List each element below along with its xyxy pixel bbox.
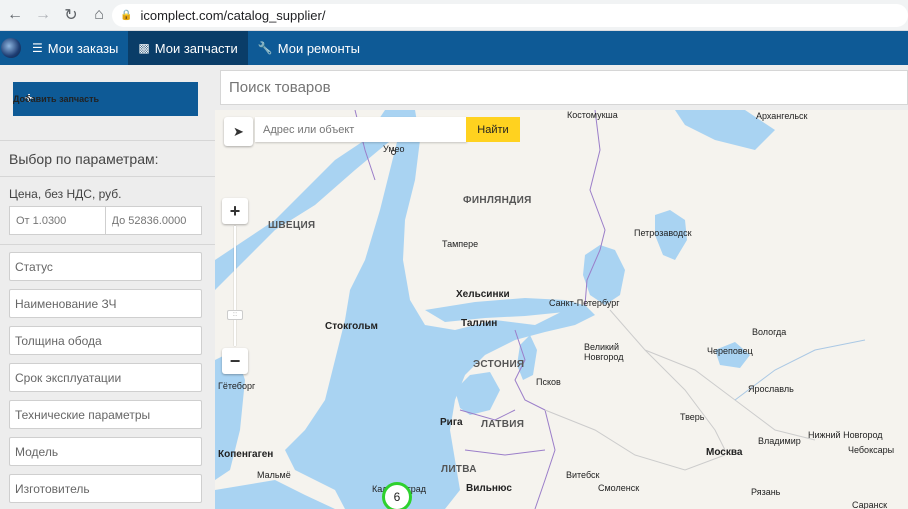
list-icon: ☰ <box>32 41 43 55</box>
map-label: Рига <box>440 417 463 428</box>
lock-icon: 🔒 <box>120 10 133 21</box>
map-label: Гётеборг <box>218 381 256 391</box>
back-icon[interactable]: ← <box>2 2 28 28</box>
filter-status[interactable]: Статус <box>9 252 202 281</box>
map-label: Стокгольм <box>325 321 378 332</box>
map-label: ФИНЛЯНДИЯ <box>463 195 532 206</box>
divider <box>0 244 215 245</box>
map-label: Череповец <box>707 346 753 356</box>
filter-model[interactable]: Модель <box>9 437 202 466</box>
filter-title: Выбор по параметрам: <box>9 151 159 167</box>
reload-icon[interactable]: ↻ <box>58 2 84 28</box>
price-label: Цена, без НДС, руб. <box>9 187 122 201</box>
map-label: Тверь <box>680 412 705 422</box>
app-navbar: ☰ Мои заказы ▩ Мои запчасти 🔧 Мои ремонт… <box>0 31 908 65</box>
price-range <box>9 206 202 235</box>
home-icon[interactable]: ⌂ <box>86 2 112 28</box>
map-label: Саранск <box>852 500 888 509</box>
map-label: Мальмё <box>257 470 291 480</box>
divider <box>0 140 215 141</box>
map-label: Москва <box>706 447 743 458</box>
search-bar <box>215 65 908 110</box>
logo[interactable] <box>0 31 22 65</box>
map-label: Владимир <box>758 436 801 446</box>
filter-part-name[interactable]: Наименование ЗЧ <box>9 289 202 318</box>
add-part-button[interactable]: + Добавить запчасть <box>13 82 198 116</box>
map-label: Псков <box>536 377 561 387</box>
nav-my-parts-label: Мои запчасти <box>154 40 238 56</box>
nav-my-repairs-label: Мои ремонты <box>277 40 360 56</box>
zoom-out-button[interactable]: − <box>222 348 248 374</box>
zoom-in-button[interactable]: + <box>222 198 248 224</box>
map-label: Вологда <box>752 327 787 337</box>
map-label: Копенгаген <box>218 449 274 460</box>
map-label: Великий Новгород <box>584 342 624 362</box>
map-label: ЛАТВИЯ <box>481 419 525 430</box>
price-to-input[interactable] <box>105 207 201 234</box>
map-base-layer <box>215 110 908 509</box>
map-label: Таллин <box>461 318 498 329</box>
browser-toolbar: ← → ↻ ⌂ 🔒 icomplect.com/catalog_supplier… <box>0 0 908 31</box>
address-bar[interactable]: 🔒 icomplect.com/catalog_supplier/ <box>112 4 908 27</box>
find-button[interactable]: Найти <box>466 117 520 142</box>
wrench-icon: 🔧 <box>257 41 273 55</box>
filter-tech-params[interactable]: Технические параметры <box>9 400 202 429</box>
filter-manufacturer[interactable]: Изготовитель <box>9 474 202 503</box>
map-label: ЭСТОНИЯ <box>473 359 525 370</box>
map-label: Рязань <box>751 487 781 497</box>
product-search-input[interactable] <box>220 70 908 105</box>
forward-icon[interactable]: → <box>30 2 56 28</box>
url-text: icomplect.com/catalog_supplier/ <box>140 8 326 23</box>
map-label: ШВЕЦИЯ <box>268 220 316 231</box>
filter-rim-thickness[interactable]: Толщина обода <box>9 326 202 355</box>
divider <box>0 176 215 177</box>
map-label: Нижний Новгород <box>808 430 883 440</box>
map[interactable]: Костомукша Архангельск Умео ФИНЛЯНДИЯ ШВ… <box>215 110 908 509</box>
address-search-input[interactable] <box>255 117 467 142</box>
map-label: Архангельск <box>756 111 808 121</box>
zoom-slider-handle[interactable]: ::: <box>227 310 243 320</box>
nav-my-parts[interactable]: ▩ Мои запчасти <box>128 31 248 65</box>
zoom-control: + ::: − <box>222 198 248 374</box>
geolocation-icon[interactable]: ➤ <box>224 117 253 146</box>
price-from-input[interactable] <box>10 207 106 234</box>
nav-my-orders[interactable]: ☰ Мои заказы <box>22 31 128 65</box>
filter-service-life[interactable]: Срок эксплуатации <box>9 363 202 392</box>
zoom-slider-track[interactable] <box>234 226 236 346</box>
city-marker <box>391 150 396 155</box>
nav-my-repairs[interactable]: 🔧 Мои ремонты <box>248 31 370 65</box>
map-label: Ярославль <box>748 384 794 394</box>
map-label: Тампере <box>442 239 479 249</box>
sidebar: + Добавить запчасть Выбор по параметрам:… <box>0 65 215 509</box>
add-part-label: Добавить запчасть <box>13 94 100 104</box>
map-cluster-marker[interactable]: 6 <box>382 482 412 509</box>
map-label: Хельсинки <box>456 289 510 300</box>
map-label: Вильнюс <box>466 483 512 494</box>
map-label: ЛИТВА <box>441 464 477 475</box>
map-label: Петрозаводск <box>634 228 692 238</box>
map-label: Чебоксары <box>848 445 895 455</box>
sitemap-icon: ▩ <box>138 41 150 55</box>
map-label: Смоленск <box>598 483 640 493</box>
map-label: Костомукша <box>567 110 618 120</box>
nav-my-orders-label: Мои заказы <box>47 40 119 56</box>
map-label: Витебск <box>566 470 600 480</box>
map-label: Санкт-Петербург <box>549 298 620 308</box>
